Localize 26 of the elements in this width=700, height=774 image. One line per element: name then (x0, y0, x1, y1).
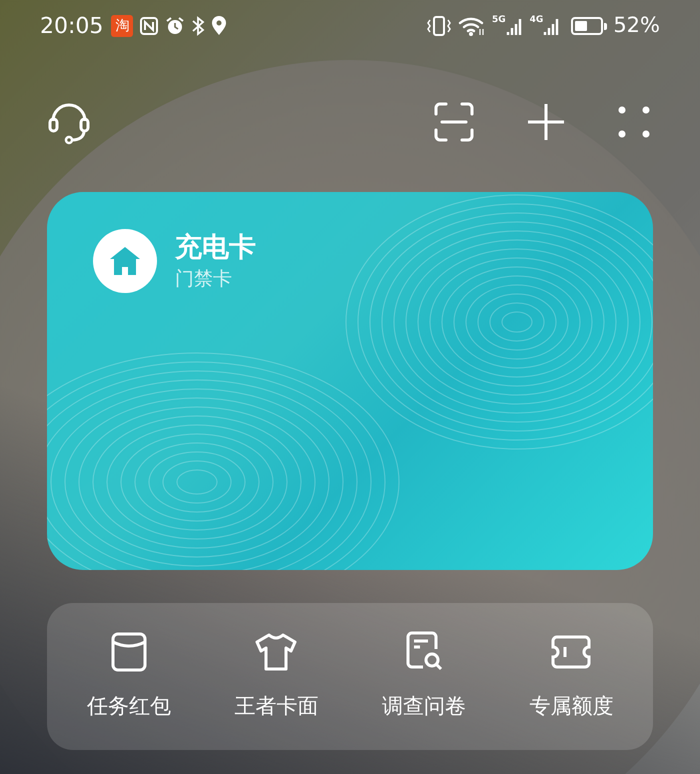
signal-icon (506, 16, 524, 36)
app-notification-icon: 淘 (111, 15, 134, 37)
clock-time: 20:05 (40, 12, 104, 40)
battery-percentage: 52% (613, 12, 660, 40)
shortcut-button[interactable]: 专属额度 (498, 630, 645, 722)
network-type-label: 4G (530, 16, 544, 25)
wifi-icon (458, 15, 486, 37)
network-type-label: 5G (492, 16, 506, 25)
bluetooth-icon (191, 16, 206, 36)
location-icon (211, 16, 228, 36)
add-icon[interactable] (526, 102, 566, 142)
shortcut-button[interactable]: 任务红包 (55, 630, 202, 722)
card-subtitle: 门禁卡 (175, 267, 233, 292)
nfc-icon (139, 16, 160, 36)
more-icon[interactable] (618, 106, 650, 138)
scan-icon[interactable] (434, 102, 474, 142)
ticket-icon (551, 634, 592, 669)
shortcut-button[interactable]: 王者卡面 (202, 630, 350, 722)
alarm-icon (165, 16, 186, 36)
shirt-icon (254, 632, 298, 672)
card-title: 充电卡 (175, 231, 256, 265)
vibrate-icon (426, 15, 452, 37)
battery-icon (571, 17, 608, 35)
document-search-icon (404, 630, 443, 673)
shortcut-button[interactable]: 调查问卷 (350, 630, 498, 722)
envelope-icon (110, 632, 147, 672)
